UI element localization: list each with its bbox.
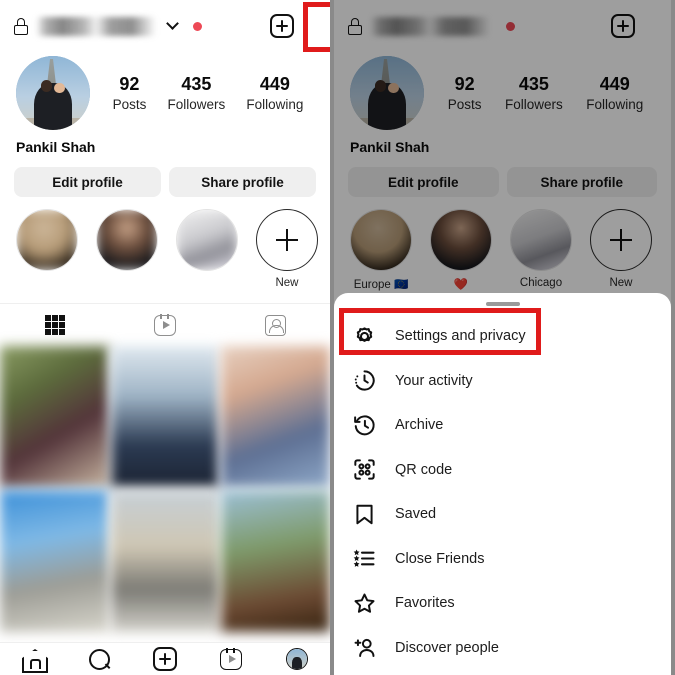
menu-item-label: Archive bbox=[395, 417, 444, 434]
unread-dot-badge bbox=[193, 21, 202, 31]
edit-profile-button[interactable]: Edit profile bbox=[14, 167, 161, 197]
photo-cell[interactable] bbox=[221, 346, 330, 488]
stat-following[interactable]: 449 Following bbox=[246, 73, 303, 114]
profile-full-name: Pankil Shah bbox=[16, 139, 96, 155]
reels-icon bbox=[220, 647, 242, 670]
nav-search[interactable] bbox=[66, 649, 132, 670]
highlight-thumbnail bbox=[16, 209, 78, 271]
tagged-tab[interactable] bbox=[220, 304, 330, 346]
new-highlight-button[interactable]: New bbox=[256, 209, 318, 289]
nav-reels[interactable] bbox=[198, 647, 264, 670]
menu-item-label: Settings and privacy bbox=[395, 328, 526, 345]
menu-item-label: Your activity bbox=[395, 372, 473, 389]
star-icon bbox=[352, 591, 377, 616]
close-friends-list-icon bbox=[352, 546, 377, 571]
menu-item-label: Close Friends bbox=[395, 550, 485, 567]
activity-clock-icon bbox=[352, 368, 377, 393]
avatar[interactable] bbox=[16, 56, 90, 130]
menu-item-saved[interactable]: Saved bbox=[334, 492, 671, 537]
story-highlight-item[interactable] bbox=[96, 209, 158, 289]
menu-item-settings-and-privacy[interactable]: Settings and privacy bbox=[334, 314, 671, 359]
share-profile-button[interactable]: Share profile bbox=[169, 167, 316, 197]
posts-count: 92 bbox=[119, 73, 140, 94]
photo-grid bbox=[0, 346, 330, 632]
profile-summary-row: 92 Posts 435 Followers 449 Following bbox=[0, 52, 330, 130]
nav-home[interactable] bbox=[0, 649, 66, 669]
new-highlight-label: New bbox=[275, 277, 299, 289]
photo-cell[interactable] bbox=[110, 490, 220, 632]
avatar bbox=[286, 648, 308, 670]
story-highlight-item[interactable] bbox=[176, 209, 238, 289]
followers-label: Followers bbox=[167, 96, 226, 112]
grid-icon bbox=[45, 315, 65, 335]
gear-icon bbox=[352, 324, 377, 349]
create-button[interactable] bbox=[270, 14, 294, 38]
add-person-icon bbox=[352, 635, 377, 660]
profile-menu-sheet: Settings and privacy Your activity Archi… bbox=[334, 293, 671, 675]
posts-label: Posts bbox=[112, 96, 147, 112]
reels-tab[interactable] bbox=[110, 304, 220, 346]
nav-profile[interactable] bbox=[264, 648, 330, 670]
photo-cell[interactable] bbox=[221, 490, 330, 632]
reels-icon bbox=[154, 313, 176, 336]
followers-count: 435 bbox=[181, 73, 212, 94]
bottom-navigation-bar bbox=[0, 642, 330, 675]
menu-item-close-friends[interactable]: Close Friends bbox=[334, 537, 671, 582]
plus-square-icon bbox=[270, 14, 294, 38]
username-label[interactable] bbox=[36, 16, 156, 36]
highlight-label bbox=[176, 277, 238, 289]
home-icon bbox=[22, 649, 44, 669]
menu-item-label: Saved bbox=[395, 506, 437, 523]
menu-item-qr-code[interactable]: QR code bbox=[334, 448, 671, 493]
grid-tab[interactable] bbox=[0, 304, 110, 346]
stat-followers[interactable]: 435 Followers bbox=[167, 73, 225, 114]
menu-list: Settings and privacy Your activity Archi… bbox=[334, 306, 671, 670]
bookmark-icon bbox=[352, 502, 377, 527]
highlight-label bbox=[96, 277, 158, 289]
photo-cell[interactable] bbox=[110, 346, 220, 488]
screenshot-root: 92 Posts 435 Followers 449 Following Pan… bbox=[0, 0, 675, 675]
chevron-down-icon[interactable] bbox=[166, 17, 179, 30]
menu-item-archive[interactable]: Archive bbox=[334, 403, 671, 448]
story-highlights-row: New bbox=[0, 197, 330, 289]
lock-icon bbox=[14, 17, 28, 35]
search-icon bbox=[89, 649, 110, 670]
plus-icon bbox=[276, 229, 298, 251]
profile-top-bar bbox=[0, 0, 330, 52]
stat-posts[interactable]: 92 Posts bbox=[113, 73, 147, 114]
story-highlight-item[interactable] bbox=[16, 209, 78, 289]
highlight-thumbnail bbox=[96, 209, 158, 271]
nav-create[interactable] bbox=[132, 647, 198, 671]
menu-item-label: QR code bbox=[395, 461, 453, 478]
left-phone-panel: 92 Posts 435 Followers 449 Following Pan… bbox=[0, 0, 334, 675]
right-phone-panel: 92 Posts 435 Followers 449 Following Pan… bbox=[334, 0, 671, 675]
profile-stats: 92 Posts 435 Followers 449 Following bbox=[90, 73, 314, 114]
menu-item-discover-people[interactable]: Discover people bbox=[334, 626, 671, 671]
photo-cell[interactable] bbox=[0, 346, 109, 488]
highlight-thumbnail bbox=[176, 209, 238, 271]
menu-item-favorites[interactable]: Favorites bbox=[334, 581, 671, 626]
profile-action-row: Edit profile Share profile bbox=[0, 155, 330, 197]
menu-item-label: Discover people bbox=[395, 639, 499, 656]
qr-code-icon bbox=[352, 457, 377, 482]
plus-square-icon bbox=[153, 647, 177, 671]
highlight-label bbox=[16, 277, 78, 289]
tagged-person-icon bbox=[264, 314, 286, 336]
archive-clock-icon bbox=[352, 413, 377, 438]
menu-item-your-activity[interactable]: Your activity bbox=[334, 359, 671, 404]
new-highlight-circle bbox=[256, 209, 318, 271]
hamburger-menu-highlight bbox=[303, 2, 330, 52]
photo-cell[interactable] bbox=[0, 490, 109, 632]
profile-tab-strip bbox=[0, 303, 330, 346]
menu-item-label: Favorites bbox=[395, 595, 455, 612]
following-count: 449 bbox=[259, 73, 290, 94]
following-label: Following bbox=[246, 96, 304, 112]
